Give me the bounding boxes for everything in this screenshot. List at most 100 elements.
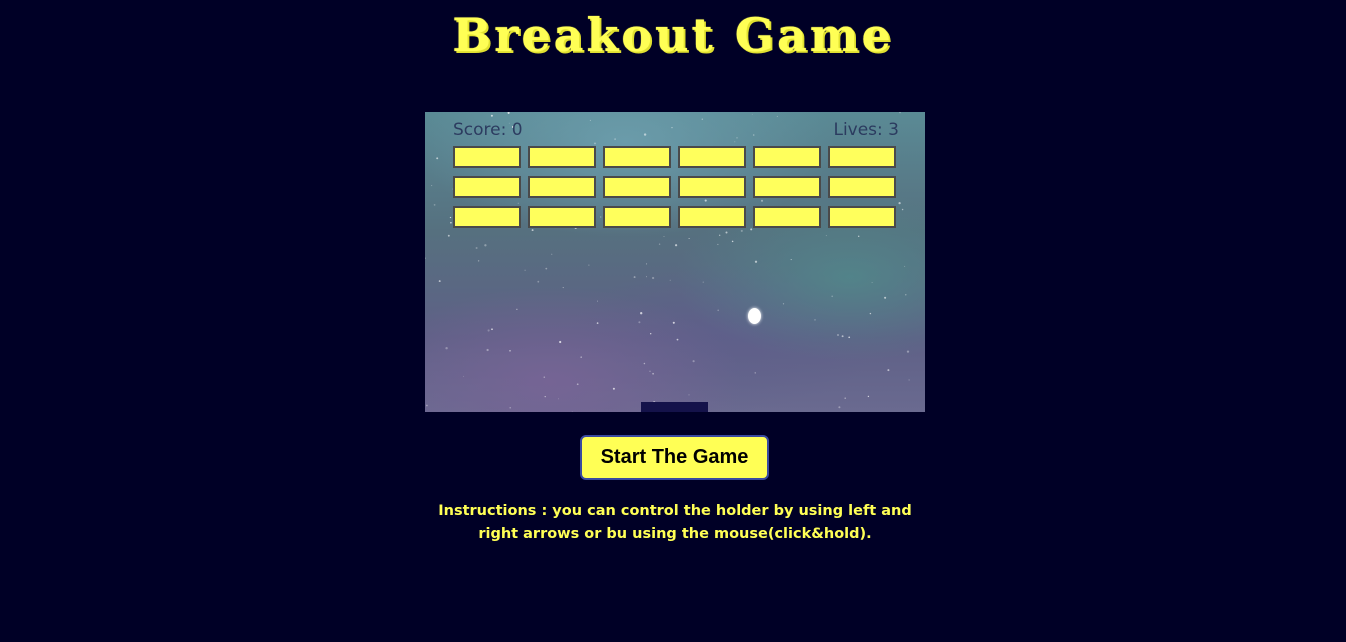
star <box>704 199 707 202</box>
star <box>751 113 753 115</box>
star <box>731 240 734 243</box>
star <box>652 372 654 375</box>
instructions-text: Instructions : you can control the holde… <box>438 503 912 542</box>
star <box>754 372 756 374</box>
star <box>867 395 870 398</box>
star <box>551 253 553 255</box>
star <box>640 312 643 315</box>
star <box>463 375 465 377</box>
star <box>669 279 671 281</box>
star <box>838 406 841 409</box>
star <box>688 394 690 396</box>
start-game-button[interactable]: Start The Game <box>580 435 769 480</box>
star <box>719 234 721 236</box>
star <box>901 208 904 211</box>
brick <box>753 206 821 228</box>
brick <box>453 176 521 198</box>
star <box>450 221 452 224</box>
brick <box>453 206 521 228</box>
star <box>545 267 548 270</box>
star <box>676 338 679 341</box>
star <box>537 280 540 283</box>
star <box>848 336 851 339</box>
star <box>776 115 778 117</box>
star <box>869 312 872 315</box>
star <box>643 362 646 365</box>
star <box>790 259 792 261</box>
star <box>562 287 564 289</box>
star <box>477 260 480 262</box>
star <box>516 308 518 310</box>
star <box>825 235 827 237</box>
star <box>750 228 753 231</box>
star <box>725 231 728 234</box>
brick <box>753 176 821 198</box>
star <box>475 246 478 250</box>
star <box>692 360 695 363</box>
star <box>814 319 816 321</box>
star <box>650 333 652 335</box>
star <box>701 118 703 120</box>
star <box>857 235 860 238</box>
star <box>436 157 439 160</box>
star <box>844 397 846 399</box>
star <box>484 244 487 247</box>
star <box>580 356 582 358</box>
star <box>490 114 493 117</box>
star <box>431 185 433 187</box>
star <box>717 309 719 312</box>
star <box>487 329 490 332</box>
star <box>871 282 873 283</box>
star <box>884 296 887 299</box>
game-canvas[interactable]: Score: 0 Lives: 3 <box>425 112 925 412</box>
brick <box>528 176 596 198</box>
star <box>596 322 599 324</box>
star <box>600 216 602 218</box>
star <box>589 119 591 121</box>
brick <box>678 176 746 198</box>
star <box>651 276 655 280</box>
star <box>594 142 596 145</box>
brick <box>453 146 521 168</box>
brick <box>528 146 596 168</box>
ball <box>748 308 761 324</box>
score-display: Score: 0 <box>453 120 523 140</box>
star <box>782 303 785 305</box>
brick <box>828 146 896 168</box>
page: Breakout Game Score: 0 Lives: 3 Start Th… <box>0 0 1346 642</box>
star <box>559 340 562 344</box>
star <box>447 234 450 237</box>
page-title: Breakout Game <box>452 8 894 62</box>
star <box>752 134 755 136</box>
star <box>646 263 648 265</box>
star <box>509 406 511 409</box>
star <box>904 265 906 267</box>
star <box>445 347 448 350</box>
star <box>531 229 534 232</box>
star <box>760 199 764 202</box>
lives-display: Lives: 3 <box>833 120 899 140</box>
star <box>906 350 910 353</box>
star <box>509 349 511 352</box>
star <box>734 141 736 143</box>
brick <box>603 146 671 168</box>
star <box>672 321 675 324</box>
star <box>740 229 743 232</box>
star <box>674 244 678 247</box>
star <box>438 280 441 283</box>
star <box>597 300 598 302</box>
star <box>905 294 907 296</box>
brick <box>528 206 596 228</box>
brick <box>603 206 671 228</box>
star <box>588 264 590 266</box>
brick <box>678 146 746 168</box>
star <box>524 269 526 271</box>
star <box>831 295 834 298</box>
star <box>517 202 519 204</box>
star <box>571 411 573 412</box>
paddle[interactable] <box>641 402 708 412</box>
star <box>633 276 636 279</box>
star <box>426 404 428 407</box>
star <box>908 379 910 381</box>
star <box>507 112 510 114</box>
